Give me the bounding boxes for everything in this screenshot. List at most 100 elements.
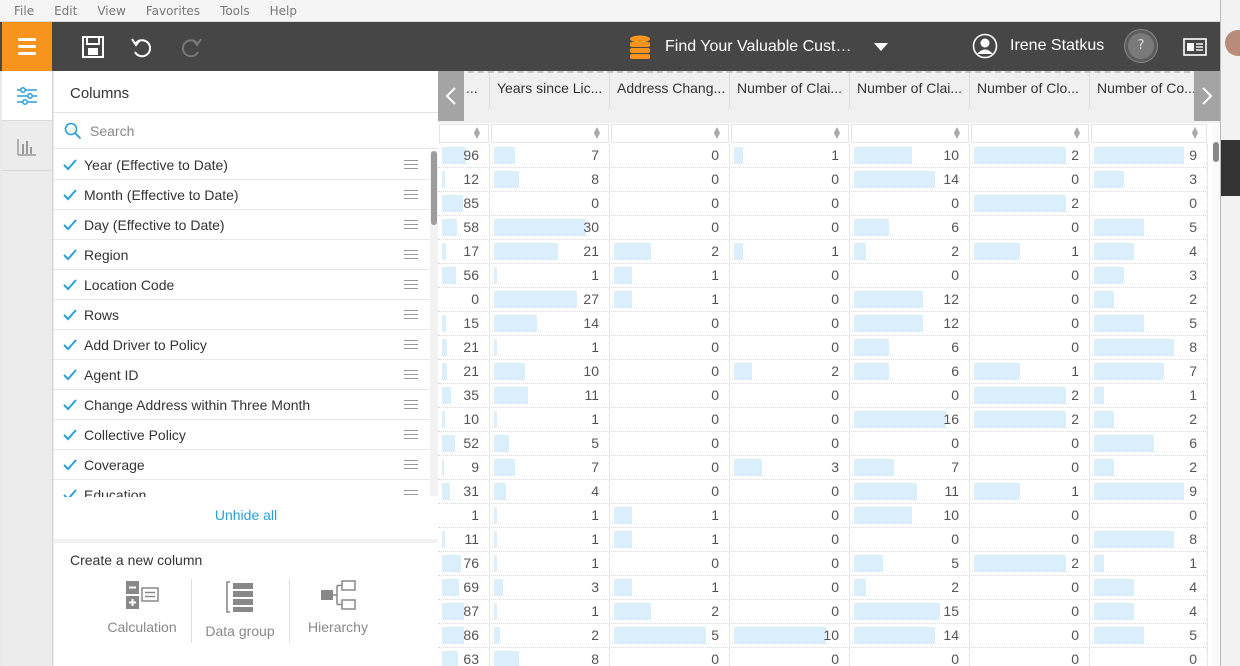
table-cell[interactable]: 0 <box>730 216 850 240</box>
table-cell[interactable]: 30 <box>490 216 610 240</box>
help-button[interactable]: ? <box>1125 30 1157 62</box>
table-cell[interactable]: 0 <box>970 288 1090 312</box>
presentation-icon[interactable] <box>1182 34 1208 60</box>
table-cell[interactable]: 2 <box>1090 456 1208 480</box>
table-cell[interactable]: 0 <box>730 384 850 408</box>
sort-icon[interactable]: ▲ ▼ <box>954 126 960 140</box>
table-cell[interactable]: 2 <box>610 600 730 624</box>
drag-handle-icon[interactable] <box>404 340 418 352</box>
table-cell[interactable]: 1 <box>730 144 850 168</box>
table-cell[interactable]: 0 <box>610 480 730 504</box>
table-cell[interactable]: 0 <box>730 648 850 666</box>
table-cell[interactable]: 1 <box>490 408 610 432</box>
table-cell[interactable]: 1 <box>610 528 730 552</box>
scrollbar-thumb[interactable] <box>431 151 437 225</box>
table-cell[interactable]: 0 <box>1090 192 1208 216</box>
hierarchy-button[interactable]: Hierarchy <box>289 576 387 646</box>
sort-filter-cell[interactable]: ▲ ▼ <box>971 124 1089 143</box>
sort-filter-cell[interactable]: ▲ ▼ <box>851 124 969 143</box>
table-cell[interactable]: 10 <box>730 624 850 648</box>
table-cell[interactable]: 1 <box>1090 552 1208 576</box>
table-cell[interactable]: 4 <box>1090 240 1208 264</box>
table-cell[interactable]: 76 <box>438 552 490 576</box>
table-cell[interactable]: 5 <box>1090 216 1208 240</box>
table-cell[interactable]: 2 <box>970 144 1090 168</box>
table-cell[interactable]: 0 <box>850 648 970 666</box>
menu-tools[interactable]: Tools <box>220 4 250 18</box>
table-cell[interactable]: 31 <box>438 480 490 504</box>
table-cell[interactable]: 15 <box>438 312 490 336</box>
table-cell[interactable]: 5 <box>1090 624 1208 648</box>
save-icon[interactable] <box>80 34 106 60</box>
table-cell[interactable]: 0 <box>490 192 610 216</box>
drag-handle-icon[interactable] <box>404 250 418 262</box>
table-cell[interactable]: 0 <box>850 528 970 552</box>
table-cell[interactable]: 0 <box>730 480 850 504</box>
table-cell[interactable]: 9 <box>1090 144 1208 168</box>
drag-handle-icon[interactable] <box>404 400 418 412</box>
table-cell[interactable]: 11 <box>490 384 610 408</box>
table-cell[interactable]: 12 <box>438 168 490 192</box>
column-list-item[interactable]: Year (Effective to Date) <box>54 150 438 180</box>
table-cell[interactable]: 14 <box>850 624 970 648</box>
table-cell[interactable]: 0 <box>850 192 970 216</box>
table-cell[interactable]: 0 <box>1090 504 1208 528</box>
table-cell[interactable]: 1 <box>490 504 610 528</box>
sort-icon[interactable]: ▲ ▼ <box>714 126 720 140</box>
drag-handle-icon[interactable] <box>404 190 418 202</box>
table-cell[interactable]: 0 <box>730 528 850 552</box>
table-cell[interactable]: 0 <box>970 456 1090 480</box>
table-cell[interactable]: 2 <box>850 576 970 600</box>
table-cell[interactable]: 3 <box>1090 264 1208 288</box>
table-cell[interactable]: 2 <box>1090 408 1208 432</box>
table-cell[interactable]: 14 <box>490 312 610 336</box>
table-cell[interactable]: 0 <box>610 192 730 216</box>
sort-filter-cell[interactable]: ▲ ▼ <box>611 124 729 143</box>
table-cell[interactable]: 0 <box>610 336 730 360</box>
column-list-item[interactable]: Education <box>54 480 438 497</box>
sort-filter-cell[interactable]: ▲ ▼ <box>731 124 849 143</box>
table-cell[interactable]: 6 <box>850 216 970 240</box>
redo-icon[interactable] <box>178 34 204 60</box>
hamburger-menu-button[interactable] <box>2 22 52 71</box>
checkmark-icon[interactable] <box>62 247 78 263</box>
table-cell[interactable]: 1 <box>610 264 730 288</box>
table-cell[interactable]: 0 <box>970 336 1090 360</box>
table-cell[interactable]: 0 <box>970 648 1090 666</box>
checkmark-icon[interactable] <box>62 337 78 353</box>
sort-icon[interactable]: ▲ ▼ <box>594 126 600 140</box>
table-cell[interactable]: 7 <box>490 456 610 480</box>
drag-handle-icon[interactable] <box>404 430 418 442</box>
table-cell[interactable]: 1 <box>490 552 610 576</box>
sort-icon[interactable]: ▲ ▼ <box>1192 126 1198 140</box>
column-list-item[interactable]: Region <box>54 240 438 270</box>
table-cell[interactable]: 5 <box>850 552 970 576</box>
table-cell[interactable]: 9 <box>1090 480 1208 504</box>
column-list-item[interactable]: Month (Effective to Date) <box>54 180 438 210</box>
checkmark-icon[interactable] <box>62 217 78 233</box>
table-cell[interactable]: 0 <box>730 576 850 600</box>
menu-edit[interactable]: Edit <box>54 4 77 18</box>
table-cell[interactable]: 1 <box>970 480 1090 504</box>
table-cell[interactable]: 1 <box>610 504 730 528</box>
table-cell[interactable]: 4 <box>1090 600 1208 624</box>
search-input[interactable] <box>90 122 390 139</box>
checkmark-icon[interactable] <box>62 457 78 473</box>
table-cell[interactable]: 10 <box>490 360 610 384</box>
column-header[interactable]: Number of Clai... <box>730 73 850 109</box>
scroll-left-button[interactable] <box>438 71 464 121</box>
drag-handle-icon[interactable] <box>404 280 418 292</box>
table-cell[interactable]: 8 <box>1090 528 1208 552</box>
table-cell[interactable]: 0 <box>970 528 1090 552</box>
column-header[interactable]: Number of Clo... <box>970 73 1090 109</box>
columns-settings-tab[interactable] <box>2 71 52 121</box>
table-cell[interactable]: 1 <box>610 576 730 600</box>
table-cell[interactable]: 87 <box>438 600 490 624</box>
table-cell[interactable]: 6 <box>850 336 970 360</box>
sort-icon[interactable]: ▲ ▼ <box>474 126 480 140</box>
drag-handle-icon[interactable] <box>404 160 418 172</box>
chart-tab[interactable] <box>2 121 52 171</box>
menu-favorites[interactable]: Favorites <box>146 4 200 18</box>
table-cell[interactable]: 2 <box>850 240 970 264</box>
table-cell[interactable]: 1 <box>730 240 850 264</box>
